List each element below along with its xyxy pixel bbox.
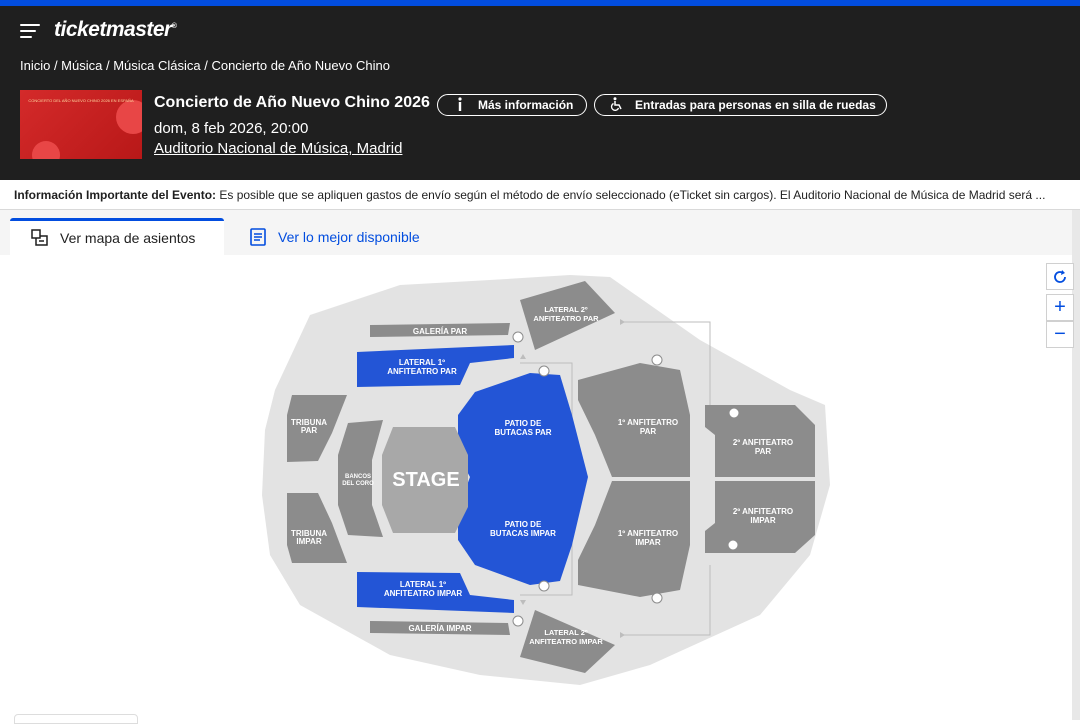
event-header: ticketmaster® Inicio / Música / Música C…: [0, 6, 1080, 180]
minus-icon: −: [1054, 323, 1066, 345]
label-lateral2-par-2: ANFITEATRO PAR: [533, 314, 599, 323]
label-patio-par-2: BUTACAS PAR: [494, 428, 551, 437]
refresh-icon: [1054, 269, 1066, 283]
event-title: Concierto de Año Nuevo Chino 2026: [154, 94, 430, 111]
wheelchair-tickets-button[interactable]: Entradas para personas en silla de rueda…: [594, 94, 887, 116]
label-galeria-par: GALERÍA PAR: [413, 327, 467, 336]
breadcrumb[interactable]: Inicio / Música / Música Clásica / Conci…: [20, 58, 390, 73]
view-tabs: Ver mapa de asientos Ver lo mejor dispon…: [0, 210, 1080, 255]
label-patio-impar: PATIO DE: [505, 520, 542, 529]
label-anf1-par: 1º ANFITEATRO: [618, 418, 678, 427]
event-venue-link[interactable]: Auditorio Nacional de Música, Madrid: [154, 140, 402, 157]
label-lateral1-par: LATERAL 1º: [399, 358, 445, 367]
label-anf2-impar: 2º ANFITEATRO: [733, 507, 793, 516]
label-lateral1-impar: LATERAL 1º: [400, 580, 446, 589]
event-date: dom, 8 feb 2026, 20:00: [154, 120, 309, 137]
wheelchair-icon: [607, 96, 627, 114]
more-info-button[interactable]: Más información: [437, 94, 587, 116]
label-anf1-impar-2: IMPAR: [635, 538, 660, 547]
event-thumbnail: CONCIERTO DEL AÑO NUEVO CHINO 2026 EN ES…: [20, 90, 142, 159]
label-patio-par: PATIO DE: [505, 419, 542, 428]
reset-map-button[interactable]: [1046, 263, 1074, 290]
seat-map-area: GALERÍA PAR LATERAL 2º ANFITEATRO PAR LA…: [0, 255, 1074, 720]
tab-seat-map[interactable]: Ver mapa de asientos: [10, 218, 224, 255]
tab-best-available[interactable]: Ver lo mejor disponible: [246, 218, 420, 255]
label-anf1-par-2: PAR: [640, 427, 657, 436]
label-lateral1-par-2: ANFITEATRO PAR: [387, 367, 457, 376]
label-lateral2-impar: LATERAL 2º: [544, 628, 588, 637]
label-anf2-par: 2º ANFITEATRO: [733, 438, 793, 447]
seat-map-svg[interactable]: GALERÍA PAR LATERAL 2º ANFITEATRO PAR LA…: [0, 255, 1072, 720]
label-anf1-impar: 1º ANFITEATRO: [618, 529, 678, 538]
seat-map-icon: [31, 229, 48, 246]
stage-label: STAGE: [392, 469, 459, 491]
label-bancos-coro-2: DEL CORO: [342, 481, 374, 487]
label-anf2-par-2: PAR: [755, 447, 772, 456]
zoom-out-button[interactable]: −: [1046, 321, 1074, 348]
label-patio-impar-2: BUTACAS IMPAR: [490, 529, 556, 538]
bottom-panel-tab[interactable]: [14, 714, 138, 724]
label-tribuna-par-2: PAR: [301, 426, 318, 435]
label-lateral2-impar-2: ANFITEATRO IMPAR: [529, 637, 603, 646]
label-tribuna-impar-2: IMPAR: [296, 537, 321, 546]
plus-icon: +: [1054, 296, 1066, 318]
list-icon: [250, 227, 266, 246]
info-icon: [450, 96, 470, 114]
zoom-in-button[interactable]: +: [1046, 294, 1074, 321]
label-galeria-impar: GALERÍA IMPAR: [408, 624, 471, 633]
important-info-bar: Información Importante del Evento: Es po…: [0, 180, 1080, 210]
label-lateral1-impar-2: ANFITEATRO IMPAR: [384, 589, 463, 598]
ticketmaster-logo[interactable]: ticketmaster®: [54, 18, 177, 42]
label-lateral2-par: LATERAL 2º: [544, 305, 588, 314]
label-bancos-coro: BANCOS: [345, 474, 371, 480]
info-label: Información Importante del Evento:: [14, 188, 217, 202]
menu-icon[interactable]: [20, 22, 42, 40]
info-text: Es posible que se apliquen gastos de env…: [216, 188, 1046, 202]
label-anf2-impar-2: IMPAR: [750, 516, 775, 525]
